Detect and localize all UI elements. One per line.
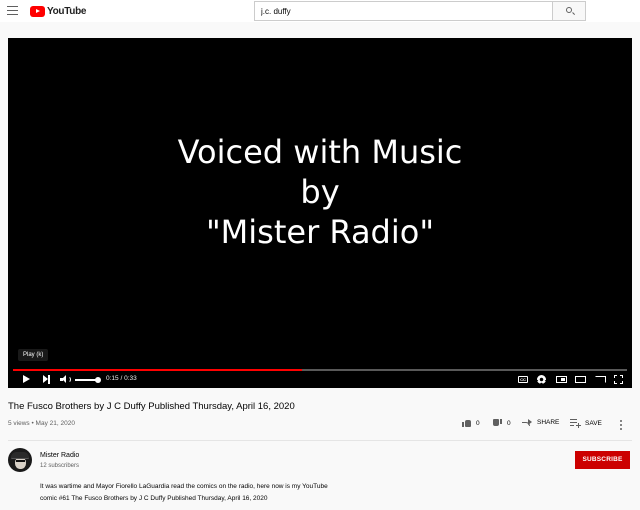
thumbs-up-icon — [462, 419, 471, 427]
share-button[interactable]: SHARE — [522, 419, 559, 426]
play-tooltip: Play (k) — [18, 349, 49, 361]
save-button[interactable]: SAVE — [570, 419, 602, 428]
video-frame-line-2: by — [300, 173, 340, 211]
youtube-play-logo-icon — [30, 5, 45, 17]
progress-fill — [13, 369, 302, 371]
video-title: The Fusco Brothers by J C Duffy Publishe… — [8, 401, 295, 412]
video-meta: 5 views • May 21, 2020 — [8, 420, 75, 427]
subscribe-button[interactable]: SUBSCRIBE — [575, 451, 630, 469]
youtube-logo[interactable]: YouTube — [30, 5, 87, 17]
video-frame-line-1: Voiced with Music — [177, 133, 463, 171]
fullscreen-icon[interactable] — [614, 375, 623, 384]
miniplayer-icon[interactable] — [556, 376, 567, 383]
next-icon[interactable] — [43, 375, 50, 384]
search-input[interactable] — [254, 1, 552, 21]
channel-name[interactable]: Mister Radio — [40, 452, 79, 459]
more-vertical-icon — [620, 420, 623, 430]
dislike-count: 0 — [507, 419, 511, 427]
save-label: SAVE — [585, 419, 602, 427]
hamburger-menu-icon[interactable] — [7, 6, 18, 15]
like-button[interactable]: 0 — [462, 419, 480, 427]
cast-icon[interactable] — [595, 376, 606, 383]
share-icon — [522, 419, 532, 426]
search-bar — [254, 1, 586, 21]
more-actions-button[interactable] — [620, 420, 623, 430]
volume-icon[interactable] — [60, 375, 72, 384]
video-player[interactable]: Voiced with Music by "Mister Radio" Play… — [8, 38, 632, 388]
player-controls: 0:15 / 0:33 CC — [8, 373, 632, 388]
video-frame-text: Voiced with Music by "Mister Radio" — [8, 132, 632, 252]
description-line-2: comic #61 The Fusco Brothers by J C Duff… — [40, 495, 268, 502]
video-description: It was wartime and Mayor Fiorello LaGuar… — [40, 481, 400, 505]
dislike-button[interactable]: 0 — [493, 419, 511, 427]
playlist-add-icon — [570, 419, 581, 428]
search-icon — [566, 7, 572, 13]
channel-avatar[interactable] — [8, 448, 32, 472]
divider — [8, 440, 632, 441]
theater-mode-icon[interactable] — [575, 376, 586, 383]
share-label: SHARE — [537, 419, 560, 426]
settings-gear-icon[interactable] — [537, 375, 546, 384]
time-display: 0:15 / 0:33 — [106, 375, 137, 382]
subscriber-count: 12 subscribers — [40, 463, 80, 469]
thumbs-down-icon — [493, 419, 502, 427]
search-button[interactable] — [552, 1, 586, 21]
logo-text: YouTube — [47, 5, 87, 17]
subtitles-icon[interactable]: CC — [518, 376, 528, 383]
volume-slider-handle[interactable] — [95, 377, 101, 383]
like-count: 0 — [476, 419, 480, 427]
top-bar: YouTube — [0, 0, 640, 22]
description-line-1: It was wartime and Mayor Fiorello LaGuar… — [40, 483, 328, 490]
video-frame-line-3: "Mister Radio" — [205, 213, 435, 251]
play-icon[interactable] — [23, 375, 30, 383]
progress-bar[interactable] — [13, 369, 627, 371]
